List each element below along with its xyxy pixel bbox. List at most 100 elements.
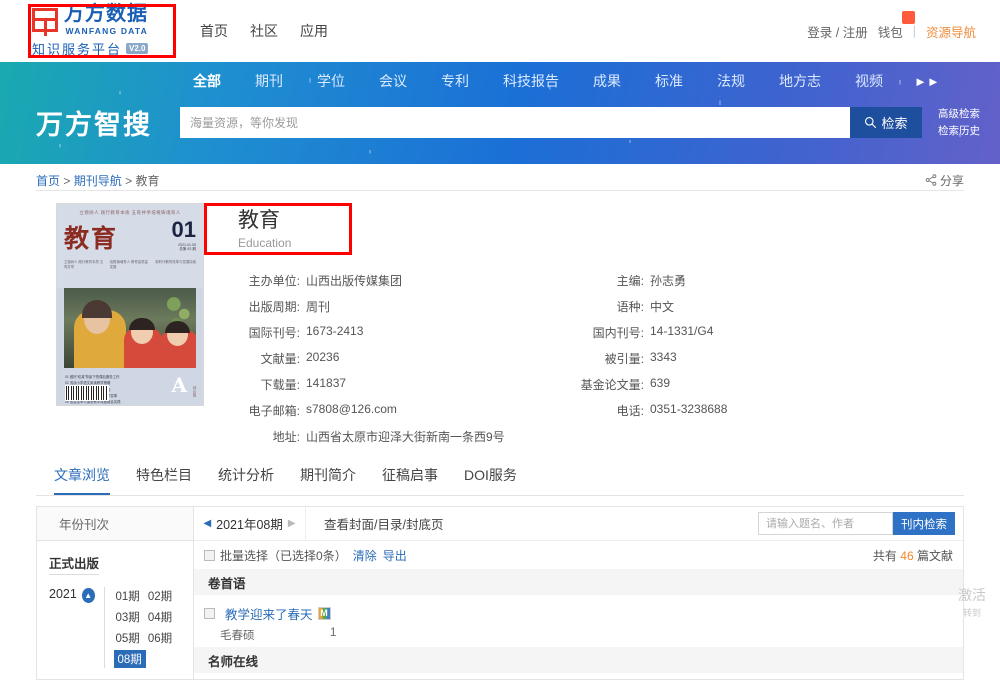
site-logo[interactable]: 万方数据 WANFANG DATA 知识服务平台 V2.0 — [32, 5, 172, 57]
total-prefix: 共有 — [873, 549, 897, 563]
cover-headlines: 立德树人 践行教育本质 五育并举 培根铸魂育人 教育高质量发展 新时代教育改革与… — [64, 260, 196, 270]
tab-statistics[interactable]: 统计分析 — [218, 465, 274, 495]
breadcrumb-sep-1: > — [63, 174, 70, 188]
user-bar: 登录 / 注册 钱包 | 资源导航 — [807, 22, 984, 41]
wanfang-logo-icon — [32, 8, 58, 32]
search-input[interactable] — [180, 107, 850, 138]
logo-secondary-row: 知识服务平台 V2.0 — [32, 39, 172, 58]
current-issue-label: 2021年08期 — [216, 514, 283, 533]
journal-title-en: Education — [228, 236, 964, 250]
clear-selection-link[interactable]: 清除 — [353, 547, 377, 564]
sidebar-issue-03[interactable]: 03期 — [114, 608, 142, 626]
issue-toolbar: ◀ 2021年08期 ▶ 查看封面/目录/封底页 刊内检索 — [194, 507, 963, 541]
article-title-link[interactable]: 教学迎来了春天 — [225, 604, 313, 623]
search-history-link[interactable]: 检索历史 — [938, 123, 980, 139]
tab-doi-service[interactable]: DOI服务 — [464, 465, 517, 495]
wallet-link[interactable]: 钱包 — [878, 22, 903, 41]
in-journal-search-button[interactable]: 刊内检索 — [893, 512, 955, 535]
tab-featured-columns[interactable]: 特色栏目 — [136, 465, 192, 495]
sidebar-issue-04[interactable]: 04期 — [146, 608, 174, 626]
category-tab-local-records[interactable]: 地方志 — [762, 71, 838, 91]
export-link[interactable]: 导出 — [383, 547, 407, 564]
view-cover-link[interactable]: 查看封面/目录/封底页 — [324, 514, 443, 533]
sidebar-section-published: 正式出版 — [49, 553, 99, 575]
sidebar-issue-list: 01期 02期 03期 04期 05期 06期 08期 — [104, 587, 183, 668]
page-content: 首页 > 期刊导航 > 教育 分享 立德树人 践行教育本质 五育并举培根铸魂育人… — [0, 164, 1000, 680]
batch-select-checkbox[interactable] — [204, 550, 215, 561]
category-tab-all[interactable]: 全部 — [176, 71, 238, 91]
meta-value-issn: 1673-2413 — [306, 324, 363, 341]
breadcrumb-trail: 首页 > 期刊导航 > 教育 — [36, 172, 159, 189]
category-tab-journal[interactable]: 期刊 — [238, 71, 300, 91]
sidebar-issue-02[interactable]: 02期 — [146, 587, 174, 605]
category-tab-standard[interactable]: 标准 — [638, 71, 700, 91]
cover-bottom: 01 做好“双减”背景下的课后服务工作 02 浅谈小学语文阅读教学策略 03 新… — [57, 368, 203, 406]
nav-item-community[interactable]: 社区 — [250, 21, 278, 41]
meta-row-language: 语种: 中文 — [558, 298, 964, 315]
breadcrumb-journal-nav[interactable]: 期刊导航 — [74, 174, 122, 188]
meta-row-address: 地址: 山西省太原市迎泽大街新南一条西9号 — [228, 428, 558, 445]
tab-article-browse[interactable]: 文章浏览 — [54, 465, 110, 495]
nav-item-apps[interactable]: 应用 — [300, 21, 328, 41]
userbar-divider: | — [913, 24, 916, 38]
breadcrumb-current: 教育 — [135, 174, 159, 188]
category-tab-tech-report[interactable]: 科技报告 — [486, 71, 576, 91]
selected-count: （已选择0条） — [268, 547, 347, 564]
triangle-right-icon[interactable]: ▶ — [288, 518, 296, 529]
total-suffix: 篇文献 — [917, 549, 953, 563]
meta-key-editor: 主编: — [558, 272, 644, 289]
total-count: 共有 46 篇文献 — [873, 547, 953, 564]
advanced-search-link[interactable]: 高级检索 — [938, 106, 980, 122]
sidebar-body: 正式出版 2021 ▲ 01期 02期 03期 04期 05期 06期 08期 — [36, 540, 194, 680]
journal-cover-image[interactable]: 立德树人 践行教育本质 五育并举培根铸魂育人 教育 01 2021.01.05总… — [56, 203, 204, 406]
sidebar-issue-05[interactable]: 05期 — [114, 629, 142, 647]
breadcrumb-sep-2: > — [125, 174, 132, 188]
category-tab-achievement[interactable]: 成果 — [576, 71, 638, 91]
sidebar-issue-01[interactable]: 01期 — [114, 587, 142, 605]
in-journal-search-input[interactable] — [758, 512, 893, 535]
cover-issue-sub: 2021.01.05总第 63 期 — [172, 243, 196, 252]
cover-barcode — [65, 385, 109, 401]
search-button[interactable]: 检索 — [850, 107, 922, 138]
category-tab-video[interactable]: 视频 — [838, 71, 900, 91]
article-author: 毛春硕 — [220, 627, 330, 643]
search-brand-title: 万方智搜 — [36, 103, 176, 142]
wallet-label: 钱包 — [878, 26, 903, 40]
meta-key-period: 出版周期: — [228, 298, 300, 315]
primary-nav: 首页 社区 应用 — [200, 21, 328, 41]
category-tab-regulation[interactable]: 法规 — [700, 71, 762, 91]
journal-info: 立德树人 践行教育本质 五育并举培根铸魂育人 教育 01 2021.01.05总… — [36, 191, 964, 455]
triangle-left-icon[interactable]: ◀ — [203, 518, 211, 529]
sidebar-issue-06[interactable]: 06期 — [146, 629, 174, 647]
sidebar-issue-08[interactable]: 08期 — [114, 650, 146, 668]
search-row: 万方智搜 检索 高级检索 检索历史 — [0, 103, 1000, 142]
cover-photo-teacher-hair — [82, 300, 112, 318]
article-select-checkbox[interactable] — [204, 608, 215, 619]
top-header: 万方数据 WANFANG DATA 知识服务平台 V2.0 首页 社区 应用 登… — [0, 0, 1000, 62]
meta-key-email: 电子邮箱: — [228, 402, 300, 419]
issue-selector: ◀ 2021年08期 ▶ — [194, 507, 306, 540]
share-button[interactable]: 分享 — [925, 172, 964, 189]
fulltext-badge-icon[interactable]: M — [318, 607, 331, 620]
meta-row-phone: 电话: 0351-3238688 — [558, 402, 964, 419]
nav-item-home[interactable]: 首页 — [200, 21, 228, 41]
cover-title-row: 教育 01 2021.01.05总第 63 期 — [64, 219, 196, 255]
category-tab-conference[interactable]: 会议 — [362, 71, 424, 91]
section-header-famous-teachers: 名师在线 — [194, 647, 963, 673]
chevron-up-icon[interactable]: ▲ — [82, 588, 95, 603]
category-tab-patent[interactable]: 专利 — [424, 71, 486, 91]
login-register-link[interactable]: 登录 / 注册 — [807, 22, 867, 41]
meta-row-downloads: 下载量: 141837 — [228, 376, 558, 393]
meta-row-issn: 国际刊号: 1673-2413 — [228, 324, 558, 341]
browse-area: 年份刊次 正式出版 2021 ▲ 01期 02期 03期 04期 05期 06期… — [36, 506, 964, 680]
sidebar-year-label[interactable]: 2021 — [49, 587, 78, 601]
meta-key-funded-papers: 基金论文量: — [558, 376, 644, 393]
category-tab-degree[interactable]: 学位 — [300, 71, 362, 91]
breadcrumb-home[interactable]: 首页 — [36, 174, 60, 188]
logo-subtitle: 知识服务平台 — [32, 39, 122, 58]
tab-call-for-papers[interactable]: 征稿启事 — [382, 465, 438, 495]
tab-journal-intro[interactable]: 期刊简介 — [300, 465, 356, 495]
double-chevron-right-icon[interactable]: ►► — [900, 74, 940, 89]
meta-row-email: 电子邮箱: s7808@126.com — [228, 402, 558, 419]
resource-nav-link[interactable]: 资源导航 — [926, 22, 976, 41]
